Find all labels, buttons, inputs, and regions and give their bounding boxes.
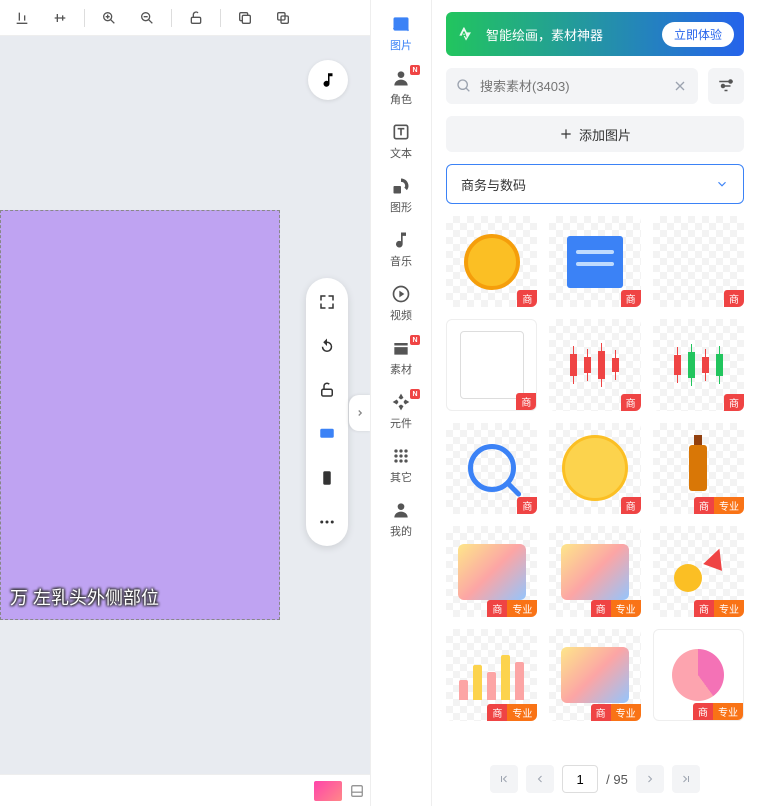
floating-toolbar xyxy=(306,278,348,546)
ai-icon: A xyxy=(456,24,476,44)
desktop-icon[interactable] xyxy=(313,420,341,448)
top-toolbar xyxy=(0,0,370,36)
asset-item[interactable]: 商 xyxy=(446,423,537,514)
asset-item[interactable]: 商专业 xyxy=(549,629,640,720)
mobile-icon[interactable] xyxy=(313,464,341,492)
scene-thumbnail[interactable] xyxy=(314,781,342,801)
rotate-icon[interactable] xyxy=(313,332,341,360)
music-button[interactable] xyxy=(308,60,348,100)
asset-item[interactable]: 商 xyxy=(549,216,640,307)
asset-item[interactable]: 商专业 xyxy=(653,629,744,720)
zoom-in-icon[interactable] xyxy=(91,4,127,32)
asset-item[interactable]: 商专业 xyxy=(446,526,537,617)
search-input[interactable] xyxy=(480,79,664,94)
nav-text[interactable]: 文本 xyxy=(371,114,431,168)
clear-icon[interactable] xyxy=(672,78,688,94)
nav-role[interactable]: 角色N xyxy=(371,60,431,114)
promo-cta[interactable]: 立即体验 xyxy=(662,22,734,47)
page-first[interactable] xyxy=(490,765,518,793)
nav-shape[interactable]: 图形 xyxy=(371,168,431,222)
pager: / 95 xyxy=(446,762,744,796)
nav-music[interactable]: 音乐 xyxy=(371,222,431,276)
canvas-area: 万 左乳头外侧部位 xyxy=(0,0,370,806)
nav-other[interactable]: 其它 xyxy=(371,438,431,492)
side-nav: 图片角色N文本图形音乐视频素材N元件N其它我的 xyxy=(370,0,432,806)
nav-image[interactable]: 图片 xyxy=(371,6,431,60)
copy-icon[interactable] xyxy=(227,4,263,32)
asset-item[interactable]: 商 xyxy=(446,216,537,307)
asset-item[interactable]: 商 xyxy=(653,216,744,307)
page-input[interactable] xyxy=(562,765,598,793)
asset-item[interactable]: 商 xyxy=(653,319,744,410)
search-icon xyxy=(456,78,472,94)
fullscreen-icon[interactable] xyxy=(313,288,341,316)
align-middle-icon[interactable] xyxy=(42,4,78,32)
promo-banner[interactable]: A 智能绘画，素材神器 立即体验 xyxy=(446,12,744,56)
add-image-button[interactable]: 添加图片 xyxy=(446,116,744,152)
lock-icon[interactable] xyxy=(313,376,341,404)
nav-material[interactable]: 素材N xyxy=(371,330,431,384)
asset-item[interactable]: 商专业 xyxy=(549,526,640,617)
zoom-out-icon[interactable] xyxy=(129,4,165,32)
more-icon[interactable] xyxy=(313,508,341,536)
canvas-caption: 万 左乳头外侧部位 xyxy=(10,584,159,610)
asset-item[interactable]: 商 xyxy=(549,423,640,514)
chevron-down-icon xyxy=(715,177,729,191)
svg-text:A: A xyxy=(461,29,467,39)
nav-mine[interactable]: 我的 xyxy=(371,492,431,546)
nav-component[interactable]: 元件N xyxy=(371,384,431,438)
filter-button[interactable] xyxy=(708,68,744,104)
panel-toggle-icon[interactable] xyxy=(350,784,364,798)
nav-video[interactable]: 视频 xyxy=(371,276,431,330)
promo-text: 智能绘画，素材神器 xyxy=(486,25,603,44)
asset-grid: 商商商商商商商商商专业商专业商专业商专业商专业商专业商专业 xyxy=(446,216,744,750)
page-last[interactable] xyxy=(672,765,700,793)
asset-panel: A 智能绘画，素材神器 立即体验 添加图片 商务与数码 商商商商商商商商商专业商… xyxy=(432,0,758,806)
unlock-icon[interactable] xyxy=(178,4,214,32)
page-prev[interactable] xyxy=(526,765,554,793)
align-bottom-icon[interactable] xyxy=(4,4,40,32)
asset-item[interactable]: 商专业 xyxy=(653,423,744,514)
category-select[interactable]: 商务与数码 xyxy=(446,164,744,204)
page-total: / 95 xyxy=(606,772,628,787)
asset-item[interactable]: 商 xyxy=(446,319,537,410)
expand-handle[interactable] xyxy=(349,395,370,431)
selected-layer[interactable] xyxy=(0,210,280,620)
page-next[interactable] xyxy=(636,765,664,793)
asset-item[interactable]: 商 xyxy=(549,319,640,410)
asset-item[interactable]: 商专业 xyxy=(446,629,537,720)
timeline-strip xyxy=(0,774,370,806)
search-box[interactable] xyxy=(446,68,698,104)
duplicate-icon[interactable] xyxy=(265,4,301,32)
asset-item[interactable]: 商专业 xyxy=(653,526,744,617)
